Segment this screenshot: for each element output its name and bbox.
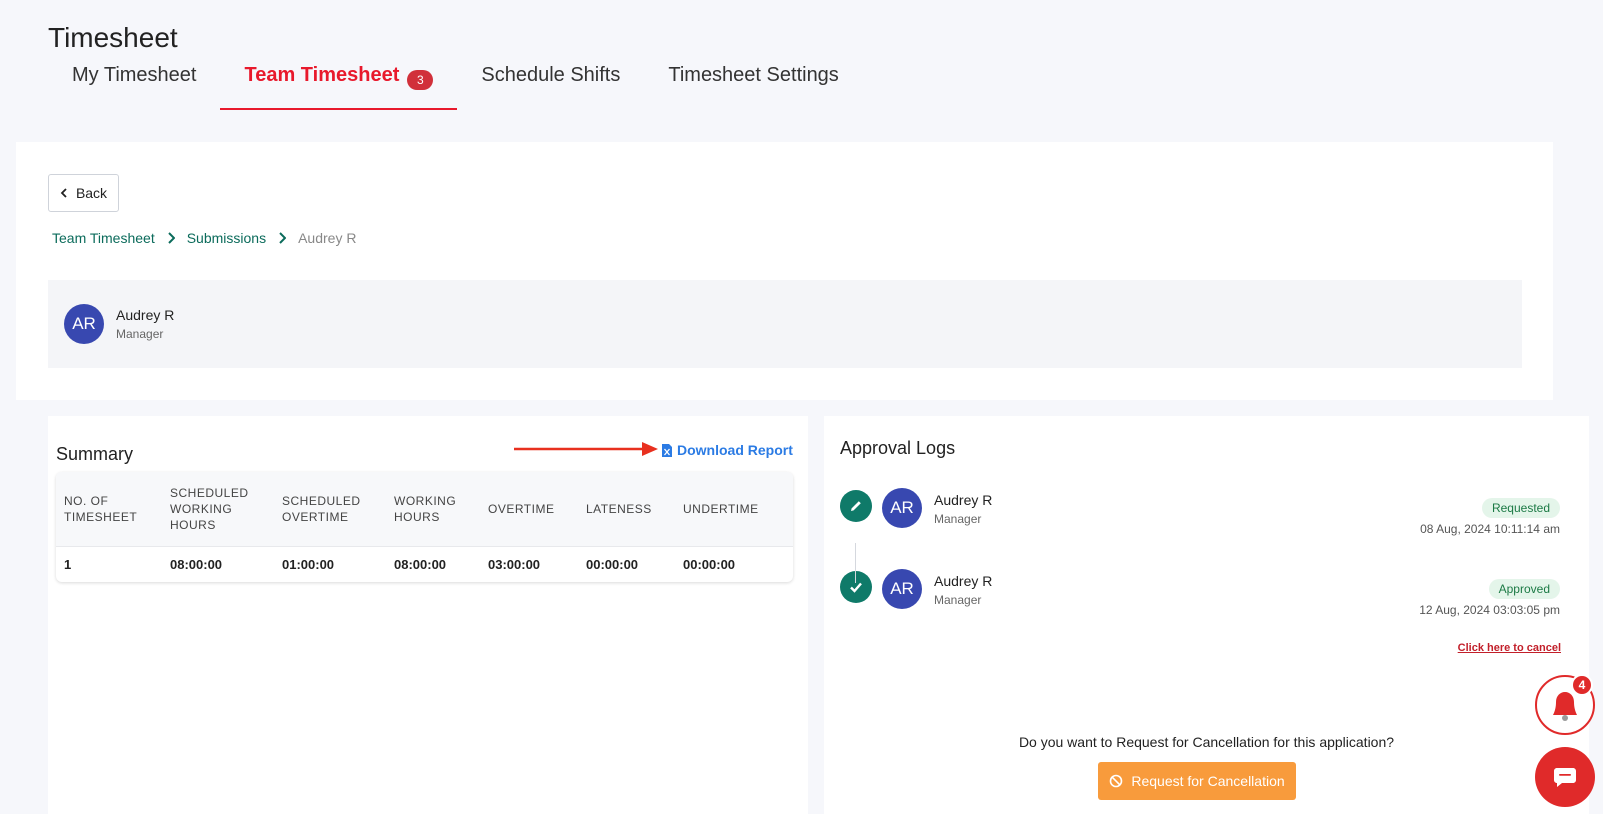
request-cancellation-label: Request for Cancellation (1131, 773, 1285, 789)
column-header: SCHEDULED WORKING HOURS (170, 485, 249, 532)
employee-info: Audrey R Manager (116, 307, 174, 341)
column-header: OVERTIME (488, 501, 555, 516)
summary-table: NO. OF TIMESHEET SCHEDULED WORKING HOURS… (56, 472, 793, 582)
tab-label: Team Timesheet (244, 64, 400, 86)
cancel-link[interactable]: Click here to cancel (1458, 642, 1561, 654)
summary-title: Summary (56, 444, 134, 464)
chat-icon (1554, 768, 1576, 787)
table-cell: 08:00:00 (170, 556, 223, 572)
tab-count-badge: 3 (407, 70, 434, 90)
table-cell: 00:00:00 (683, 556, 736, 572)
summary-card: Summary Download Report NO. OF TIMESHEET… (48, 416, 808, 814)
chevron-left-icon (60, 188, 67, 198)
column-header: SCHEDULED OVERTIME (282, 493, 361, 524)
pencil-icon (840, 490, 872, 522)
page-title: Timesheet (48, 22, 178, 53)
log-user-role: Manager (934, 593, 982, 607)
chevron-right-icon (168, 232, 175, 244)
chevron-right-icon (279, 232, 287, 244)
tab-bar: My Timesheet Team Timesheet 3 Schedule S… (48, 60, 863, 110)
tab-schedule-shifts[interactable]: Schedule Shifts (457, 60, 644, 110)
log-user-info: Audrey R Manager (934, 573, 992, 607)
log-timestamp: 08 Aug, 2024 10:11:14 am (1420, 522, 1560, 536)
table-cell: 08:00:00 (394, 556, 447, 572)
approval-log-item: AR Audrey R Manager Requested 08 Aug, 20… (840, 488, 1560, 550)
log-user-name: Audrey R (934, 492, 993, 508)
column-header: UNDERTIME (683, 501, 759, 516)
log-user-role: Manager (934, 512, 982, 526)
back-button-label: Back (75, 185, 108, 201)
download-report-label: Download Report (677, 442, 793, 458)
excel-file-icon (662, 443, 672, 457)
approval-log-item: AR Audrey R Manager Approved 12 Aug, 202… (840, 569, 1560, 631)
tab-my-timesheet[interactable]: My Timesheet (48, 60, 220, 110)
log-timestamp: 12 Aug, 2024 03:03:05 pm (1419, 603, 1560, 617)
check-icon (840, 571, 872, 603)
cancel-question: Do you want to Request for Cancellation … (1018, 734, 1395, 750)
avatar: AR (882, 569, 922, 609)
tab-label: Schedule Shifts (481, 64, 621, 86)
breadcrumb-submissions[interactable]: Submissions (187, 230, 266, 246)
breadcrumb: Team Timesheet Submissions Audrey R (52, 230, 356, 246)
employee-role: Manager (116, 327, 164, 341)
tab-team-timesheet[interactable]: Team Timesheet 3 (220, 60, 458, 110)
avatar: AR (882, 488, 922, 528)
tab-timesheet-settings[interactable]: Timesheet Settings (644, 60, 862, 110)
log-user-name: Audrey R (934, 573, 993, 589)
employee-panel: AR Audrey R Manager (48, 280, 1522, 368)
ban-icon (1110, 774, 1123, 788)
back-button[interactable]: Back (48, 174, 119, 212)
table-row: 1 08:00:00 01:00:00 08:00:00 03:00:00 00… (56, 546, 793, 582)
table-cell: 1 (64, 556, 72, 572)
breadcrumb-current: Audrey R (298, 230, 357, 246)
tab-label: Timesheet Settings (668, 64, 839, 86)
avatar: AR (64, 304, 104, 344)
table-header-row: NO. OF TIMESHEET SCHEDULED WORKING HOURS… (56, 472, 793, 546)
table-cell: 00:00:00 (586, 556, 639, 572)
status-badge: Approved (1488, 579, 1560, 599)
approval-logs-card: Approval Logs AR Audrey R Manager Reques… (824, 416, 1589, 814)
breadcrumb-team-timesheet[interactable]: Team Timesheet (52, 230, 155, 246)
table-cell: 03:00:00 (488, 556, 541, 572)
notification-count-badge: 4 (1571, 674, 1593, 696)
column-header: WORKING HOURS (394, 493, 457, 524)
request-cancellation-button[interactable]: Request for Cancellation (1098, 762, 1296, 800)
status-badge: Requested (1481, 498, 1560, 518)
log-user-info: Audrey R Manager (934, 492, 992, 526)
approval-logs-title: Approval Logs (840, 438, 956, 458)
timeline-connector (855, 543, 856, 583)
table-cell: 01:00:00 (282, 556, 335, 572)
column-header: LATENESS (586, 501, 652, 516)
tab-label: My Timesheet (72, 64, 197, 86)
download-report-link[interactable]: Download Report (662, 442, 793, 458)
chat-button[interactable] (1535, 747, 1595, 807)
column-header: NO. OF TIMESHEET (64, 493, 138, 524)
employee-name: Audrey R (116, 307, 175, 323)
arrow-right-icon (514, 442, 658, 456)
employee-header-card: Back Team Timesheet Submissions Audrey R… (16, 142, 1553, 400)
